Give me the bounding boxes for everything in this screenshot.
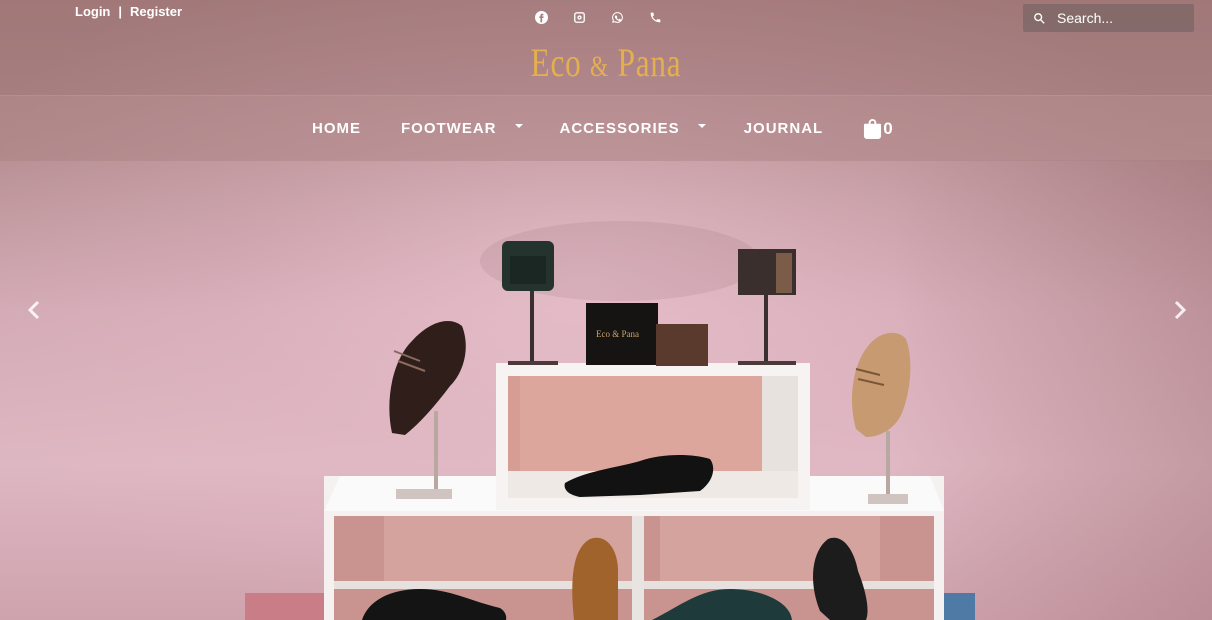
logo-word-pana: Pana bbox=[617, 40, 682, 85]
phone-icon[interactable] bbox=[646, 8, 664, 26]
nav-item-accessories[interactable]: ACCESSORIES bbox=[560, 120, 706, 137]
facebook-icon[interactable] bbox=[532, 8, 550, 26]
carousel-next-button[interactable] bbox=[1170, 298, 1190, 322]
search-icon bbox=[1034, 13, 1045, 24]
chevron-left-icon bbox=[27, 300, 40, 320]
shopping-bag-icon bbox=[864, 119, 882, 139]
cart-count: 0 bbox=[883, 118, 893, 138]
login-link[interactable]: Login bbox=[75, 4, 110, 19]
nav-item-journal[interactable]: JOURNAL bbox=[744, 120, 824, 137]
nav-item-label: ACCESSORIES bbox=[559, 120, 680, 137]
account-links: Login | Register bbox=[75, 4, 182, 19]
chevron-right-icon bbox=[1174, 300, 1187, 320]
carousel-prev-button[interactable] bbox=[24, 298, 44, 322]
account-separator: | bbox=[118, 4, 123, 19]
search-input[interactable] bbox=[1057, 8, 1187, 28]
social-links bbox=[532, 8, 664, 26]
nav-item-home[interactable]: HOME bbox=[312, 120, 361, 137]
whatsapp-icon[interactable] bbox=[608, 8, 626, 26]
box-brand-label: Eco & Pana bbox=[596, 329, 639, 339]
search-box[interactable] bbox=[1023, 4, 1194, 32]
site-logo[interactable]: Eco & Pana bbox=[133, 38, 1078, 92]
caret-down-icon bbox=[514, 123, 523, 128]
register-link[interactable]: Register bbox=[130, 4, 182, 19]
logo-ampersand: & bbox=[590, 50, 610, 83]
nav-item-footwear[interactable]: FOOTWEAR bbox=[401, 120, 523, 137]
cart-button[interactable]: 0 bbox=[863, 118, 893, 139]
nav-item-label: HOME bbox=[312, 120, 361, 137]
main-nav: HOME FOOTWEAR ACCESSORIES JOURNAL 0 bbox=[0, 95, 1212, 161]
site-header: Login | Register Eco & Pana bbox=[0, 0, 1212, 95]
instagram-icon[interactable] bbox=[570, 8, 588, 26]
hero-slide-image: Eco & Pana bbox=[0, 161, 1212, 620]
logo-word-eco: Eco bbox=[530, 40, 582, 85]
nav-item-label: FOOTWEAR bbox=[401, 120, 497, 137]
nav-item-label: JOURNAL bbox=[743, 120, 824, 137]
caret-down-icon bbox=[697, 123, 706, 128]
